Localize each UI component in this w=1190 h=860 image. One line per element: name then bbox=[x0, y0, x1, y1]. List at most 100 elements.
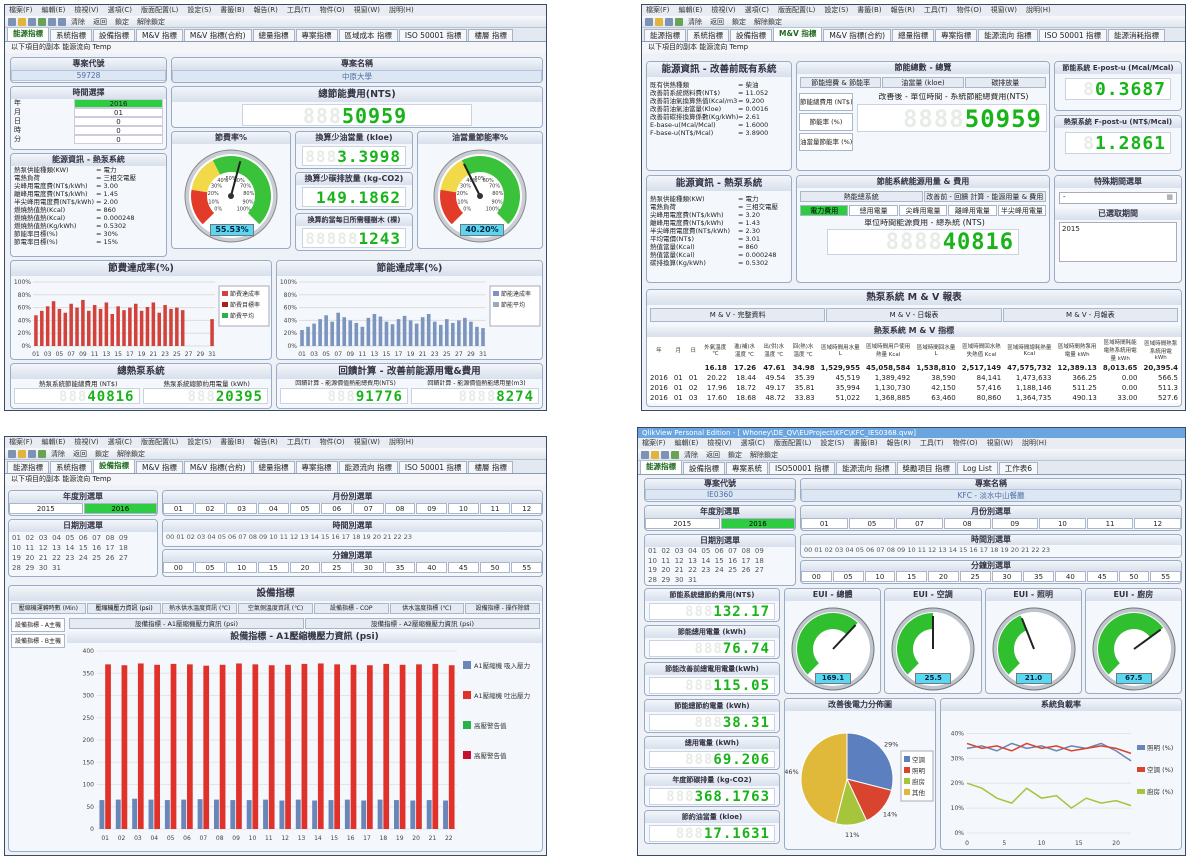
bar-discharge[interactable] bbox=[367, 665, 373, 829]
option-button[interactable]: 35 bbox=[1023, 571, 1054, 582]
bar-discharge[interactable] bbox=[121, 665, 128, 829]
menu-item[interactable]: 說明(H) bbox=[389, 6, 414, 14]
option-button[interactable]: 00 bbox=[163, 562, 194, 573]
menu-item[interactable]: 報告(R) bbox=[887, 439, 911, 447]
lock-button[interactable]: 鎖定 bbox=[95, 449, 109, 459]
bar[interactable] bbox=[98, 308, 103, 346]
sheet-tab[interactable]: 樓層 指標 bbox=[468, 29, 513, 41]
new-icon[interactable] bbox=[8, 17, 16, 26]
bar[interactable] bbox=[87, 310, 91, 346]
bar[interactable] bbox=[426, 314, 431, 346]
option-button[interactable]: 碳排放量 bbox=[964, 77, 1046, 88]
period-select[interactable]: - ▦ bbox=[1059, 192, 1177, 204]
sheet-tab[interactable]: 總量指標 bbox=[252, 461, 295, 473]
option-button[interactable]: 半尖峰用電量 bbox=[997, 205, 1047, 216]
column-header[interactable]: 年 bbox=[647, 337, 671, 363]
bar[interactable] bbox=[438, 324, 443, 346]
side-item[interactable]: 設備指標 - B主機 bbox=[11, 634, 65, 648]
bar[interactable] bbox=[451, 322, 455, 346]
bar-discharge[interactable] bbox=[448, 665, 455, 829]
bar-suction[interactable] bbox=[426, 800, 432, 829]
sheet-tab[interactable]: ISO50001 指標 bbox=[769, 462, 836, 474]
option-button[interactable]: 設備指標 - COP bbox=[313, 603, 389, 614]
option-button[interactable]: 12 bbox=[511, 503, 542, 514]
menu-item[interactable]: 物件(O) bbox=[957, 6, 982, 14]
option-button[interactable]: 設備指標 - 操作除錯 bbox=[465, 603, 541, 614]
unlock-button[interactable]: 解除鎖定 bbox=[750, 450, 778, 460]
menu-item[interactable]: 版面配置(L) bbox=[141, 438, 178, 446]
print-icon[interactable] bbox=[38, 449, 46, 458]
sheet-tab[interactable]: 設備指標 bbox=[93, 460, 135, 473]
bar-discharge[interactable] bbox=[219, 664, 226, 829]
menu-item[interactable]: 報告(R) bbox=[254, 438, 278, 446]
bar[interactable] bbox=[366, 317, 371, 346]
bar-suction[interactable] bbox=[312, 800, 318, 829]
bar[interactable] bbox=[75, 307, 79, 346]
bar-suction[interactable] bbox=[132, 798, 138, 829]
option-button[interactable]: 20 bbox=[928, 571, 959, 582]
option-button[interactable]: 35 bbox=[384, 562, 416, 573]
menu-item[interactable]: 設定(S) bbox=[187, 6, 211, 14]
column-header[interactable]: 日 bbox=[686, 337, 701, 363]
option-button[interactable]: 03 bbox=[226, 503, 258, 514]
option-button[interactable]: M & V - 日報表 bbox=[826, 308, 1002, 322]
option-button[interactable]: M & V - 完整資料 bbox=[650, 308, 826, 322]
menu-item[interactable]: 版面配置(L) bbox=[141, 6, 178, 14]
bar[interactable] bbox=[157, 312, 161, 346]
option-button[interactable]: 11 bbox=[479, 503, 511, 514]
print-icon[interactable] bbox=[38, 17, 46, 26]
column-header[interactable]: 區域時間熱泵用電量 kWh bbox=[1054, 337, 1099, 363]
sheet-tab[interactable]: 能源流向 指標 bbox=[836, 462, 896, 474]
bar[interactable] bbox=[372, 314, 377, 346]
sheet-tab[interactable]: ISO 50001 指標 bbox=[398, 461, 468, 473]
option-button[interactable]: 09 bbox=[416, 503, 448, 514]
open-icon[interactable] bbox=[18, 17, 26, 26]
option-button[interactable]: 設備指標 - A1壓縮機壓力資訊 (psi) bbox=[69, 618, 304, 629]
series-line[interactable] bbox=[966, 782, 1132, 810]
bar[interactable] bbox=[324, 315, 328, 346]
menu-item[interactable]: 書籤(B) bbox=[853, 439, 877, 447]
bar-discharge[interactable] bbox=[203, 665, 210, 829]
time-row[interactable]: 時0 bbox=[14, 126, 163, 135]
column-header[interactable]: 區域時間回水熱失熱值 Kcal bbox=[959, 337, 1004, 363]
sheet-tab[interactable]: ISO 50001 指標 bbox=[398, 29, 468, 41]
bar[interactable] bbox=[384, 321, 389, 346]
bar-discharge[interactable] bbox=[432, 663, 439, 829]
option-button[interactable]: 設備指標 - A2壓縮機壓力資訊 (psi) bbox=[305, 618, 540, 629]
bar-suction[interactable] bbox=[394, 800, 399, 829]
sheet-tab[interactable]: 能源流向 指標 bbox=[978, 29, 1038, 41]
option-button[interactable]: 10 bbox=[1039, 518, 1086, 529]
sheet-tab[interactable]: 樓層 指標 bbox=[468, 461, 513, 473]
bar-suction[interactable] bbox=[115, 799, 121, 829]
table-row[interactable]: 2016 01 03 17.60 18.68 48.72 33.83 51,022 1,368,… bbox=[647, 393, 1181, 403]
bar[interactable] bbox=[175, 307, 179, 346]
sub-tab[interactable]: 以下項目的副本 能源流向 Temp bbox=[642, 42, 1185, 53]
bar[interactable] bbox=[145, 306, 150, 346]
bar[interactable] bbox=[348, 320, 353, 346]
option-button[interactable]: 01 bbox=[801, 518, 848, 529]
menu-item[interactable]: 工具(T) bbox=[924, 6, 948, 14]
bar[interactable] bbox=[390, 324, 395, 346]
bar-discharge[interactable] bbox=[105, 664, 111, 829]
sheet-tab[interactable]: 專案指標 bbox=[295, 29, 338, 41]
bar[interactable] bbox=[128, 307, 132, 346]
calendar-icon[interactable]: ▦ bbox=[1166, 193, 1173, 201]
option-button[interactable]: 05 bbox=[289, 503, 321, 514]
bar-discharge[interactable] bbox=[301, 663, 308, 829]
year-button[interactable]: 2015 bbox=[9, 503, 83, 514]
option-button[interactable]: 00 bbox=[801, 571, 832, 582]
menu-item[interactable]: 檔案(F) bbox=[9, 438, 33, 446]
redo-icon[interactable] bbox=[58, 17, 66, 26]
sheet-tab[interactable]: 能源指標 bbox=[7, 28, 49, 41]
side-item[interactable]: 設備指標 - A主機 bbox=[11, 618, 65, 632]
bar[interactable] bbox=[354, 322, 359, 346]
bar-suction[interactable] bbox=[344, 799, 350, 829]
saving-row-button[interactable]: 節能總費用 (NT$) bbox=[799, 93, 853, 111]
bar[interactable] bbox=[116, 306, 120, 346]
new-icon[interactable] bbox=[8, 449, 16, 458]
sheet-tab[interactable]: 能源流向 指標 bbox=[338, 461, 398, 473]
undo-icon[interactable] bbox=[48, 17, 56, 26]
bar[interactable] bbox=[306, 326, 310, 346]
bar[interactable] bbox=[34, 315, 38, 346]
new-icon[interactable] bbox=[641, 450, 649, 459]
